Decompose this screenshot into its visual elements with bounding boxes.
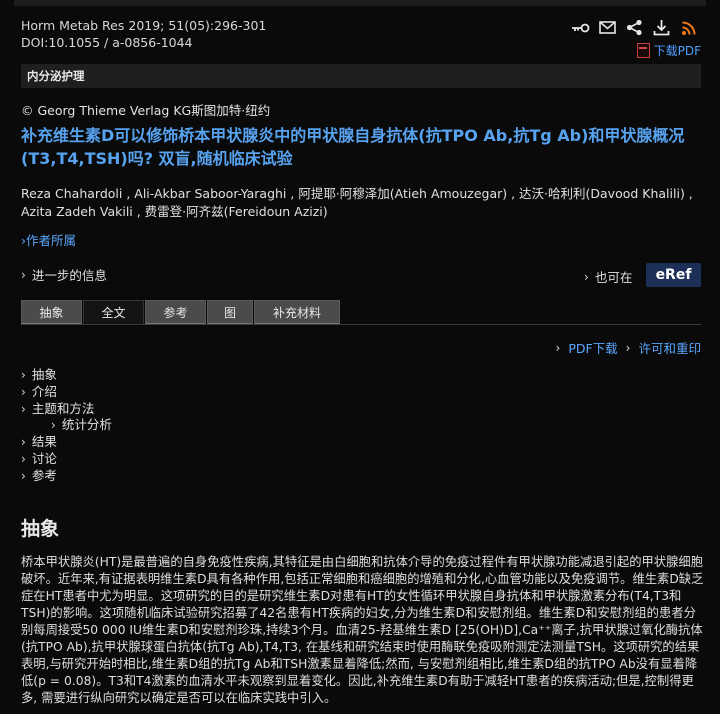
affiliations-link[interactable]: ›作者所属 <box>21 230 76 249</box>
toc-item[interactable]: › 抽象 <box>21 367 112 384</box>
chevron-right-icon: › <box>21 267 26 282</box>
toc-item[interactable]: › 介绍 <box>21 384 112 401</box>
article-title: 补充维生素D可以修饰桥本甲状腺炎中的甲状腺自身抗体(抗TPO Ab,抗Tg Ab… <box>21 126 685 168</box>
toc-item[interactable]: › 主题和方法 <box>21 401 112 418</box>
download-icon[interactable] <box>652 18 671 37</box>
chevron-right-icon: › <box>584 269 589 284</box>
toc-label: 介绍 <box>31 383 57 399</box>
share-icon[interactable] <box>625 18 644 37</box>
authors: Reza Chahardoli , Ali-Akbar Saboor-Yarag… <box>21 186 693 219</box>
toc-label: 统计分析 <box>61 417 112 433</box>
more-info-label: 进一步的信息 <box>31 268 107 283</box>
download-pdf-label: 下载PDF <box>653 44 701 58</box>
rss-icon[interactable] <box>679 18 698 37</box>
abstract-text: 桥本甲状腺炎(HT)是最普遍的自身免疫性疾病,其特征是由白细胞和抗体介导的免疫过… <box>21 555 704 705</box>
toc-item[interactable]: › 结果 <box>21 434 112 451</box>
toc-label: 抽象 <box>31 367 57 382</box>
chevron-right-icon: › <box>21 384 26 399</box>
chevron-right-icon: › <box>21 401 26 416</box>
table-of-contents: › 抽象 › 介绍 › 主题和方法 › 统计分析 › 结果 › 讨论 › 参考 <box>21 367 112 485</box>
download-pdf-link[interactable]: 下载PDF <box>636 42 701 59</box>
chevron-right-icon: › <box>21 468 26 483</box>
chevron-right-icon: › <box>21 368 26 382</box>
tab-divider <box>21 324 701 325</box>
article-tabs: 抽象 全文 参考 图 补充材料 <box>21 300 341 325</box>
toc-label: 参考 <box>31 467 57 483</box>
toc-subitem[interactable]: › 统计分析 <box>21 417 112 434</box>
tab-supplementary[interactable]: 补充材料 <box>254 300 340 325</box>
citation: Horm Metab Res 2019; 51(05):296-301 DOI:… <box>21 17 266 51</box>
chevron-right-icon: › <box>625 340 631 355</box>
rights-link[interactable]: 许可和重印 <box>638 338 701 357</box>
more-info-toggle[interactable]: › 进一步的信息 <box>21 265 107 284</box>
publisher: © Georg Thieme Verlag KG斯图加特·纽约 <box>21 103 271 118</box>
doi: DOI:10.1055 / a-0856-1044 <box>21 35 193 50</box>
also-available-label: 也可在 <box>594 270 633 285</box>
tab-abstract[interactable]: 抽象 <box>21 300 82 325</box>
pdf-rights-links: › PDF下载 › 许可和重印 <box>556 338 702 357</box>
chevron-right-icon: › <box>21 451 26 466</box>
tab-figures[interactable]: 图 <box>207 300 253 325</box>
chevron-right-icon: › <box>555 340 561 355</box>
top-border <box>14 0 706 6</box>
abstract-heading: 抽象 <box>21 518 60 540</box>
email-icon[interactable] <box>598 18 617 37</box>
pdf-icon <box>636 43 650 58</box>
article-tools <box>571 18 698 37</box>
toc-label: 讨论 <box>31 450 57 466</box>
journal-citation: Horm Metab Res 2019; 51(05):296-301 <box>21 18 267 33</box>
eref-button[interactable]: eRef <box>646 263 701 287</box>
toc-label: 主题和方法 <box>31 400 95 416</box>
chevron-right-icon: › <box>51 418 56 433</box>
category-bar: 内分泌护理 <box>21 64 701 88</box>
pdf-download-link[interactable]: PDF下载 <box>568 338 617 357</box>
toc-item[interactable]: › 讨论 <box>21 451 112 468</box>
key-link-icon[interactable] <box>571 18 590 37</box>
tab-references[interactable]: 参考 <box>145 300 206 325</box>
also-available: › 也可在 <box>584 267 632 286</box>
chevron-right-icon: › <box>21 435 26 450</box>
toc-label: 结果 <box>31 434 57 450</box>
toc-item[interactable]: › 参考 <box>21 468 112 485</box>
tab-fulltext[interactable]: 全文 <box>83 300 144 325</box>
